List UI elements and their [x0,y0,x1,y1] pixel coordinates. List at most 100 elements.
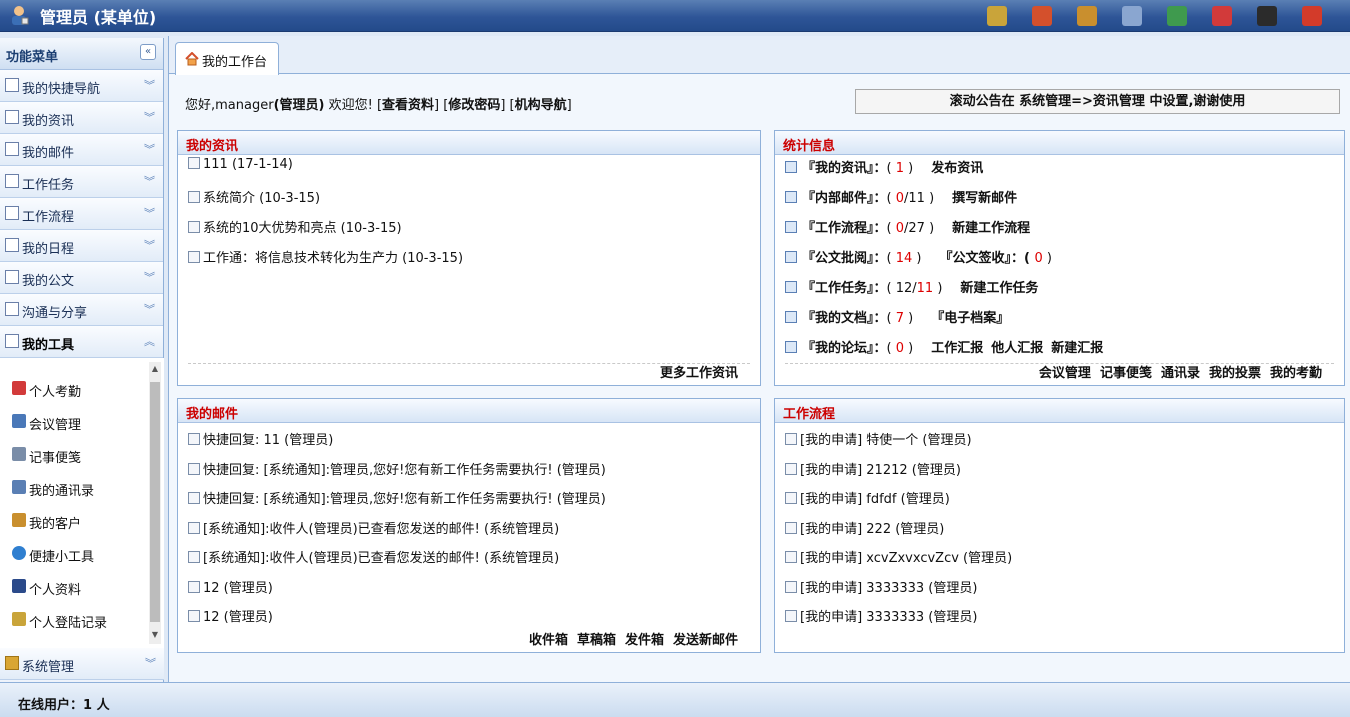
sidebar-item-news[interactable]: 我的资讯 ︾ [0,102,163,134]
stats-footer-link[interactable]: 会议管理 [1039,366,1091,381]
mail-item[interactable]: 12 (管理员) [188,606,273,625]
mail-footer-link[interactable]: 草稿箱 [577,633,616,648]
stat-count: 14 [895,251,913,266]
news-item[interactable]: 系统的10大优势和亮点 (10-3-15) [188,217,402,236]
chevron-up-icon[interactable]: ︽ [144,333,155,349]
chevron-down-icon[interactable]: ︾ [144,237,155,253]
chevron-down-icon[interactable]: ︾ [144,269,155,285]
scroll-up-icon[interactable]: ▲ [149,364,161,376]
stat-label[interactable]: 『我的文档』： [802,311,887,326]
stat-action-link[interactable]: 工作汇报 [931,341,983,356]
chevron-down-icon[interactable]: ︾ [144,141,155,157]
stats-footer-link[interactable]: 我的投票 [1209,366,1261,381]
workflow-item[interactable]: [我的申请] 3333333 (管理员) [785,606,977,625]
stat-action-link[interactable]: 新建工作任务 [960,281,1038,296]
clipboard-icon[interactable] [1077,6,1097,26]
tool-item[interactable]: 记事便笺 [0,438,164,471]
stat-action-link[interactable]: 新建汇报 [1051,341,1103,356]
scroll-thumb[interactable] [150,382,160,622]
tab-workbench[interactable]: 我的工作台 [175,42,279,75]
tool-item[interactable]: 便捷小工具 [0,537,164,570]
stat-action-link[interactable]: 新建工作流程 [952,221,1030,236]
address-book-icon [12,480,26,494]
workflow-item[interactable]: [我的申请] 222 (管理员) [785,518,944,537]
system-icon [5,656,19,670]
sidebar-item-mail[interactable]: 我的邮件 ︾ [0,134,163,166]
sidebar-item-task-book[interactable]: 工作任务 ︾ [0,166,163,198]
notebook-edit-icon[interactable] [987,6,1007,26]
tool-item[interactable]: 我的通讯录 [0,471,164,504]
change-password-link[interactable]: 修改密码 [448,98,500,113]
stat-label[interactable]: 『我的资讯』： [802,161,887,176]
mail-item[interactable]: 12 (管理员) [188,577,273,596]
tools-scrollbar[interactable]: ▲ ▼ [149,362,161,644]
collapse-sidebar-icon[interactable]: « [140,44,156,60]
workflow-item[interactable]: [我的申请] 特使一个 (管理员) [785,429,972,448]
chevron-down-icon[interactable]: ︾ [144,77,155,93]
stats-footer-link[interactable]: 记事便笺 [1100,366,1152,381]
workflow-item[interactable]: [我的申请] 3333333 (管理员) [785,577,977,596]
stat-label[interactable]: 『内部邮件』： [802,191,887,206]
tool-item[interactable]: 个人考勤 [0,372,164,405]
tool-item[interactable]: 我的客户 [0,504,164,537]
stat-label[interactable]: 『公文签收』：( [940,251,1035,266]
sidebar-item-share[interactable]: 沟通与分享 ︾ [0,294,163,326]
app-title: 管理员 (某单位) [40,8,157,27]
tool-item-label: 会议管理 [29,418,82,433]
tool-item[interactable]: 个人资料 [0,570,164,603]
chevron-down-icon[interactable]: ︾ [144,205,155,221]
stat-open: ( [886,221,896,236]
sidebar-item-document[interactable]: 我的公文 ︾ [0,262,163,294]
news-item-title: 系统的10大优势和亮点 (10-3-15) [203,221,402,236]
tools-icon [5,334,19,348]
stat-row: 『我的文档』：( 7 ) 『电子档案』 [785,307,1009,326]
mail-item[interactable]: [系统通知]:收件人(管理员)已查看您发送的邮件! (系统管理员) [188,547,559,566]
mail-footer-link[interactable]: 收件箱 [529,633,568,648]
org-nav-link[interactable]: 机构导航 [515,98,567,113]
news-item[interactable]: 系统简介 (10-3-15) [188,187,320,206]
stat-label[interactable]: 『工作流程』： [802,221,887,236]
news-item[interactable]: 工作通：将信息技术转化为生产力 (10-3-15) [188,247,463,266]
power-icon[interactable] [1302,6,1322,26]
mail-item[interactable]: [系统通知]:收件人(管理员)已查看您发送的邮件! (系统管理员) [188,518,559,537]
tool-item[interactable]: 个人登陆记录 [0,603,164,636]
stat-action-link[interactable]: 撰写新邮件 [952,191,1017,206]
mail-footer-link[interactable]: 发件箱 [625,633,664,648]
chevron-down-icon[interactable]: ︾ [144,173,155,189]
sidebar-item-tools[interactable]: 我的工具 ︽ [0,326,163,358]
stat-action-link[interactable]: 『电子档案』 [931,311,1009,326]
stat-action-link[interactable]: 他人汇报 [991,341,1043,356]
chevron-down-icon[interactable]: ︾ [144,301,155,317]
sidebar-item-calendar[interactable]: 我的日程 ︾ [0,230,163,262]
chevron-down-icon[interactable]: ︾ [145,655,156,671]
sidebar-item-quick-nav[interactable]: 我的快捷导航 ︾ [0,70,163,102]
view-profile-link[interactable]: 查看资料 [382,98,434,113]
news-item[interactable]: 111 (17-1-14) [188,157,293,172]
calendar-icon[interactable] [1212,6,1232,26]
status-bar: 在线用户：1 人 [0,682,1350,717]
sidebar-item-system[interactable]: 系统管理 ︾ [0,648,164,680]
home-icon[interactable] [1032,6,1052,26]
door-exit-icon[interactable] [1167,6,1187,26]
workflow-item[interactable]: [我的申请] fdfdf (管理员) [785,488,950,507]
stat-label[interactable]: 『公文批阅』： [802,251,887,266]
mail-item[interactable]: 快捷回复: 11 (管理员) [188,429,333,448]
workflow-item[interactable]: [我的申请] 21212 (管理员) [785,459,961,478]
stat-label[interactable]: 『工作任务』： [802,281,887,296]
chevron-down-icon[interactable]: ︾ [144,109,155,125]
mail-footer-link[interactable]: 发送新邮件 [673,633,738,648]
stat-tail: ) [904,161,914,176]
stats-footer-link[interactable]: 我的考勤 [1270,366,1322,381]
stats-footer-link[interactable]: 通讯录 [1161,366,1200,381]
sidebar-item-workflow[interactable]: 工作流程 ︾ [0,198,163,230]
tool-item[interactable]: 会议管理 [0,405,164,438]
more-news-link[interactable]: 更多工作资讯 [660,366,738,381]
stat-label[interactable]: 『我的论坛』： [802,341,887,356]
mail-item[interactable]: 快捷回复: [系统通知]:管理员,您好!您有新工作任务需要执行! (管理员) [188,488,606,507]
mail-icon[interactable] [1122,6,1142,26]
mail-item[interactable]: 快捷回复: [系统通知]:管理员,您好!您有新工作任务需要执行! (管理员) [188,459,606,478]
user-admin-icon[interactable] [1257,6,1277,26]
workflow-item[interactable]: [我的申请] xcvZxvxcvZcv (管理员) [785,547,1012,566]
scroll-down-icon[interactable]: ▼ [149,630,161,642]
stat-action-link[interactable]: 发布资讯 [931,161,983,176]
